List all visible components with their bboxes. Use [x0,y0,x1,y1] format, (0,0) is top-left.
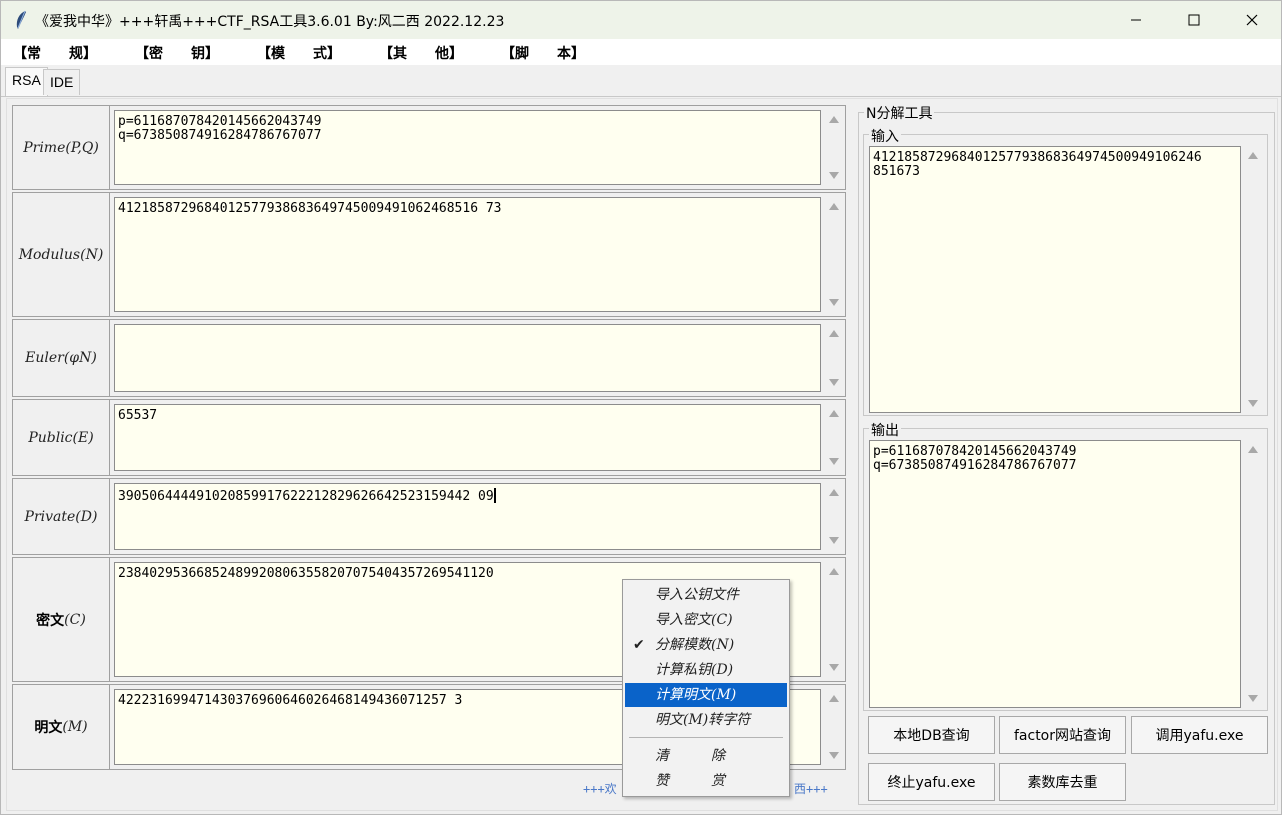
menu-keys[interactable]: 【密 钥】 [135,43,219,63]
text-caret [493,488,496,503]
ctx-calc-private[interactable]: 计算私钥(D) [625,658,787,682]
close-button[interactable] [1223,1,1281,39]
close-icon [1246,14,1258,26]
scroll-up-icon[interactable] [829,330,839,337]
maximize-icon [1188,14,1200,26]
private-scrollbar[interactable] [823,483,843,550]
prime-row: Prime(P,Q) p=611687078420145662043749 q=… [12,105,846,190]
public-scrollbar[interactable] [823,404,843,471]
scroll-up-icon[interactable] [829,116,839,123]
nfactor-output[interactable]: p=611687078420145662043749 q=67385087491… [869,440,1241,708]
plain-label-cn: 明文 [34,720,63,736]
prime-dedup-button[interactable]: 素数库去重 [999,763,1126,801]
prime-field[interactable]: p=611687078420145662043749 q=67385087491… [114,110,821,185]
ctx-factor-modulus-label: 分解模数(N) [655,637,735,653]
cipher-label-en: (C) [64,611,86,628]
ctx-calc-plain[interactable]: 计算明文(M) [625,683,787,707]
scroll-up-icon[interactable] [829,203,839,210]
euler-label: Euler(φN) [13,320,110,396]
ctx-separator [629,737,783,738]
modulus-field[interactable]: 4121858729684012577938683649745009491062… [114,197,821,312]
plain-label: 明文 (M) [13,685,110,769]
scroll-up-icon[interactable] [829,410,839,417]
scroll-down-icon[interactable] [829,752,839,759]
status-text-right: 西+++ [794,782,828,796]
menu-general[interactable]: 【常 规】 [13,43,97,63]
cipher-scrollbar[interactable] [823,562,843,677]
scroll-up-icon[interactable] [1248,446,1258,453]
public-row: Public(E) 65537 [12,399,846,476]
local-db-query-button[interactable]: 本地DB查询 [868,716,995,754]
menu-others[interactable]: 【其 他】 [379,43,463,63]
public-field[interactable]: 65537 [114,404,821,471]
plain-scrollbar[interactable] [823,689,843,765]
plain-label-en: (M) [62,719,88,735]
nfactor-input[interactable]: 4121858729684012577938683649745009491062… [869,146,1241,413]
title-bar: 《爱我中华》+++轩禹+++CTF_RSA工具3.6.01 By:风二西 202… [1,1,1281,39]
ctx-import-pubkey[interactable]: 导入公钥文件 [625,583,787,607]
window-title: 《爱我中华》+++轩禹+++CTF_RSA工具3.6.01 By:风二西 202… [35,14,505,30]
run-yafu-button[interactable]: 调用yafu.exe [1131,716,1268,754]
private-row: Private(D) 39050644449102085991762221282… [12,478,846,555]
maximize-button[interactable] [1165,1,1223,39]
scroll-down-icon[interactable] [829,172,839,179]
modulus-scrollbar[interactable] [823,197,843,312]
factordb-query-button[interactable]: factor网站查询 [999,716,1126,754]
private-label: Private(D) [13,479,110,554]
tab-rsa[interactable]: RSA [5,67,48,97]
tab-ide[interactable]: IDE [43,69,81,95]
public-label: Public(E) [13,400,110,475]
ctx-import-cipher[interactable]: 导入密文(C) [625,608,787,632]
euler-row: Euler(φN) [12,319,846,397]
prime-label: Prime(P,Q) [13,106,110,189]
menu-bar: 【常 规】 【密 钥】 【模 式】 【其 他】 【脚 本】 [1,39,1281,65]
modulus-label: Modulus(N) [13,193,110,316]
stop-yafu-button[interactable]: 终止yafu.exe [868,763,995,801]
ctx-clear[interactable]: 清 除 [625,744,787,768]
scroll-up-icon[interactable] [829,489,839,496]
context-menu: 导入公钥文件 导入密文(C) ✔ 分解模数(N) 计算私钥(D) 计算明文(M) … [622,579,790,797]
scroll-down-icon[interactable] [829,664,839,671]
scroll-down-icon[interactable] [829,299,839,306]
cipher-label-cn: 密文 [36,612,65,629]
output-scrollbar[interactable] [1242,440,1262,708]
input-label: 输入 [869,126,901,146]
app-window: 《爱我中华》+++轩禹+++CTF_RSA工具3.6.01 By:风二西 202… [0,0,1282,815]
input-scrollbar[interactable] [1242,146,1262,413]
scroll-up-icon[interactable] [1248,152,1258,159]
ctx-factor-modulus[interactable]: ✔ 分解模数(N) [625,633,787,657]
minimize-icon [1131,19,1141,21]
ctx-plain-to-chars[interactable]: 明文(M)转字符 [625,708,787,732]
private-field[interactable]: 3905064444910208599176222128296266425231… [114,483,821,550]
modulus-row: Modulus(N) 41218587296840125779386836497… [12,192,846,317]
scroll-down-icon[interactable] [829,379,839,386]
scroll-up-icon[interactable] [829,695,839,702]
ctx-donate[interactable]: 赞 赏 [625,769,787,793]
status-text-left: +++欢 [583,782,617,796]
scroll-down-icon[interactable] [829,458,839,465]
scroll-down-icon[interactable] [1248,695,1258,702]
scroll-down-icon[interactable] [1248,400,1258,407]
output-label: 输出 [869,420,901,440]
tab-divider [1,96,1281,97]
minimize-button[interactable] [1107,1,1165,39]
feather-icon [16,10,26,29]
cipher-label: 密文 (C) [13,558,110,681]
nfactor-title: N分解工具 [864,103,935,123]
menu-modes[interactable]: 【模 式】 [257,43,341,63]
scroll-up-icon[interactable] [829,568,839,575]
menu-scripts[interactable]: 【脚 本】 [501,43,585,63]
euler-field[interactable] [114,324,821,392]
scroll-down-icon[interactable] [829,537,839,544]
euler-scrollbar[interactable] [823,324,843,392]
prime-scrollbar[interactable] [823,110,843,185]
check-icon: ✔ [633,637,645,653]
private-value: 3905064444910208599176222128296266425231… [118,489,494,504]
